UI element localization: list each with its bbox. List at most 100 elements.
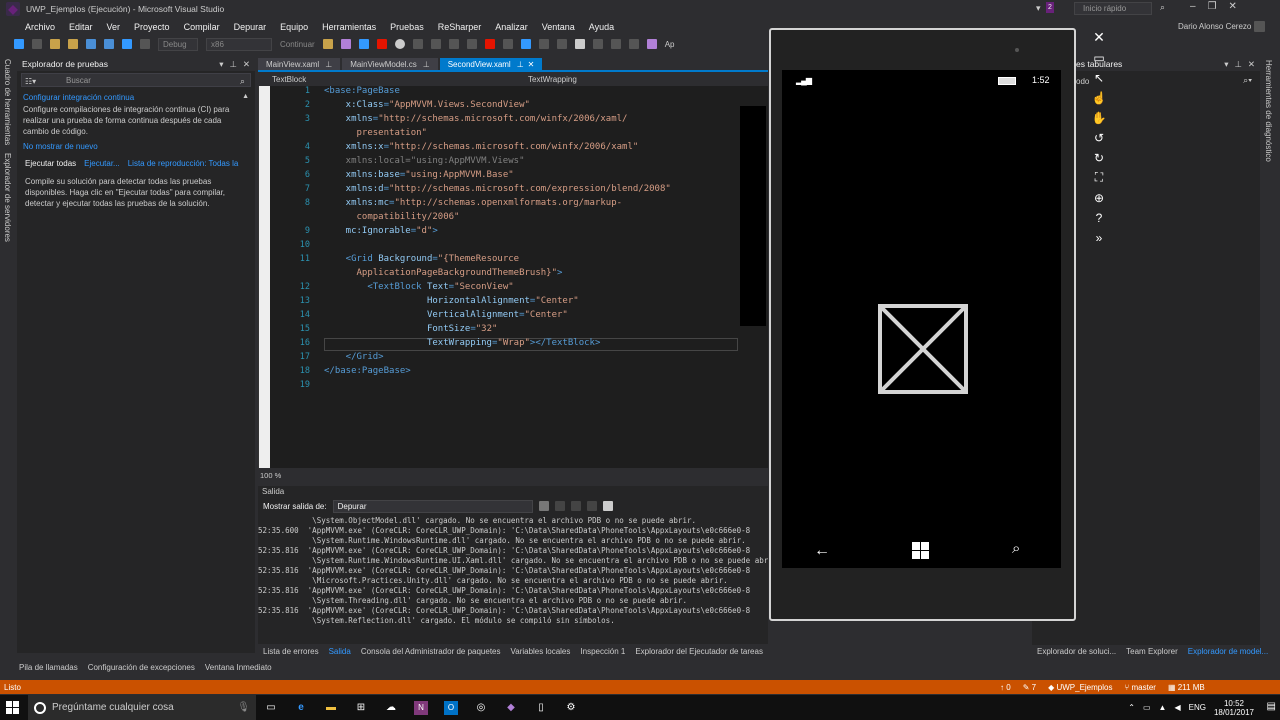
emulator-taskbar-icon[interactable]: ▯ <box>534 701 548 715</box>
single-touch-icon[interactable]: ☝ <box>1089 88 1109 107</box>
additional-tools-icon[interactable]: » <box>1089 228 1109 247</box>
ci-title-link[interactable]: Configurar integración continua <box>23 93 249 102</box>
bottom-tab[interactable]: Consola del Administrador de paquetes <box>356 647 506 656</box>
element-dropdown[interactable]: TextBlock <box>258 75 528 84</box>
rotate-right-icon[interactable]: ↻ <box>1089 148 1109 167</box>
threads-icon[interactable] <box>520 39 531 49</box>
right-bottom-tab[interactable]: Explorador de soluci... <box>1032 647 1121 656</box>
code-line[interactable]: </Grid> <box>324 352 384 362</box>
platform-select[interactable]: x86 <box>206 37 272 51</box>
hex-icon[interactable] <box>502 39 513 49</box>
code-line[interactable]: VerticalAlignment="Center" <box>324 310 568 320</box>
battery-tray-icon[interactable]: ▭ <box>1143 703 1151 712</box>
open-icon[interactable] <box>68 39 78 49</box>
word-wrap-icon[interactable] <box>602 501 613 511</box>
code-line[interactable]: xmlns:d="http://schemas.microsoft.com/ex… <box>324 184 671 194</box>
emulator-close-icon[interactable]: ✕ <box>1089 28 1109 47</box>
code-line[interactable]: presentation" <box>324 128 427 138</box>
menu-item-equipo[interactable]: Equipo <box>273 22 315 32</box>
editor-vertical-scrollbar[interactable] <box>738 86 768 468</box>
right-search-icon[interactable]: ⌕▾ <box>1243 75 1252 86</box>
app-target-label[interactable]: Ap <box>665 40 675 49</box>
menu-item-ventana[interactable]: Ventana <box>535 22 582 32</box>
prev-message-icon[interactable] <box>554 501 565 511</box>
menu-item-editar[interactable]: Editar <box>62 22 100 32</box>
rotate-left-icon[interactable]: ↺ <box>1089 128 1109 147</box>
uncomment-icon[interactable] <box>556 39 567 49</box>
onedrive-icon[interactable]: ☁ <box>384 701 398 715</box>
tray-expand-icon[interactable]: ⌃ <box>1128 703 1135 712</box>
bottom-left-tab[interactable]: Configuración de excepciones <box>83 663 200 672</box>
user-name[interactable]: Dario Alonso Cerezo <box>1178 22 1251 31</box>
fit-screen-icon[interactable]: ⛶ <box>1089 168 1109 187</box>
outlook-icon[interactable]: O <box>444 700 458 715</box>
pending-push-count[interactable]: ↑ 0 <box>1000 683 1011 692</box>
code-line[interactable]: ApplicationPageBackgroundThemeBrush}"> <box>324 268 563 278</box>
code-line[interactable]: compatibility/2006" <box>324 212 460 222</box>
pending-changes-count[interactable]: ✎ 7 <box>1023 683 1036 692</box>
clock[interactable]: 10:52 18/01/2017 <box>1214 699 1254 717</box>
right-bottom-tab[interactable]: Explorador de model... <box>1183 647 1274 656</box>
bottom-left-tab[interactable]: Ventana Inmediato <box>200 663 277 672</box>
code-line[interactable]: xmlns="http://schemas.microsoft.com/winf… <box>324 114 628 124</box>
step-into-icon[interactable] <box>430 39 441 49</box>
run-all-link[interactable]: Ejecutar todas <box>25 159 76 168</box>
menu-item-pruebas[interactable]: Pruebas <box>383 22 431 32</box>
bottom-tab[interactable]: Inspección 1 <box>575 647 630 656</box>
code-line[interactable]: xmlns:mc="http://schemas.openxmlformats.… <box>324 198 622 208</box>
bottom-tab[interactable]: Explorador del Ejecutador de tareas <box>630 647 768 656</box>
code-line[interactable]: x:Class="AppMVVM.Views.SecondView" <box>324 100 530 110</box>
right-pin-icon[interactable]: ⊥ <box>1234 59 1241 70</box>
stop-icon[interactable] <box>376 39 387 49</box>
debug-tools-icon[interactable] <box>484 39 495 49</box>
menu-item-ver[interactable]: Ver <box>100 22 128 32</box>
code-line[interactable]: xmlns:x="http://schemas.microsoft.com/wi… <box>324 142 639 152</box>
prev-bookmark-icon[interactable] <box>592 39 603 49</box>
app-target-icon[interactable] <box>646 39 657 49</box>
file-explorer-icon[interactable]: ▬ <box>324 701 338 715</box>
menu-item-compilar[interactable]: Compilar <box>177 22 227 32</box>
close-tab-icon[interactable]: ✕ <box>528 60 535 69</box>
phone-screen[interactable]: ▂▄▆ 1:52 ← ⌕ <box>782 70 1061 568</box>
doc-tab[interactable]: MainView.xaml ⊥ <box>258 58 341 70</box>
emulator-minimize-icon[interactable]: ▭ <box>1089 48 1109 67</box>
memory-indicator[interactable]: ▦ 211 MB <box>1168 683 1205 692</box>
pin-tab-icon[interactable]: ⊥ <box>423 60 430 69</box>
minimize-icon[interactable]: – <box>1190 1 1196 12</box>
save-all-icon[interactable] <box>104 39 114 49</box>
multi-touch-icon[interactable]: ✋ <box>1089 108 1109 127</box>
right-panel-menu-icon[interactable]: ▾ <box>1224 59 1228 70</box>
code-line[interactable]: FontSize="32" <box>324 324 497 334</box>
notification-badge[interactable]: 2 <box>1046 2 1054 13</box>
menu-item-depurar[interactable]: Depurar <box>227 22 274 32</box>
diagnostic-tools-tab[interactable]: Herramientas de diagnóstico <box>1264 60 1273 162</box>
toolbox-tab[interactable]: Cuadro de herramientas <box>3 59 12 145</box>
output-text[interactable]: \System.ObjectModel.dll' cargado. No se … <box>258 516 768 626</box>
show-next-statement-icon[interactable] <box>412 39 423 49</box>
cortana-search-input[interactable]: Pregúntame cualquier cosa <box>52 702 174 713</box>
project-indicator[interactable]: ◆ UWP_Ejemplos <box>1048 683 1112 692</box>
menu-item-herramientas[interactable]: Herramientas <box>315 22 383 32</box>
right-bottom-tab[interactable]: Team Explorer <box>1121 647 1183 656</box>
forward-icon[interactable] <box>32 39 42 49</box>
help-icon[interactable]: ? <box>1089 208 1109 227</box>
save-icon[interactable] <box>86 39 96 49</box>
test-search-input[interactable]: Buscar <box>21 73 251 87</box>
bottom-tab[interactable]: Lista de errores <box>258 647 324 656</box>
phone-windows-icon[interactable] <box>912 542 929 559</box>
edge-icon[interactable]: e <box>294 701 308 715</box>
action-center-icon[interactable]: ▤ <box>1267 701 1276 712</box>
step-out-icon[interactable] <box>466 39 477 49</box>
clear-all-icon[interactable] <box>586 501 597 511</box>
zoom-level[interactable]: 100 % <box>258 471 281 480</box>
code-line[interactable]: xmlns:base="using:AppMVVM.Base" <box>324 170 514 180</box>
bookmark-icon[interactable] <box>574 39 585 49</box>
volume-icon[interactable]: ◀ <box>1174 703 1180 712</box>
close-panel-icon[interactable]: ✕ <box>243 59 250 70</box>
phone-back-icon[interactable]: ← <box>814 542 830 560</box>
code-line[interactable]: </base:PageBase> <box>324 366 411 376</box>
menu-item-resharper[interactable]: ReSharper <box>431 22 489 32</box>
settings-icon[interactable]: ⚙ <box>564 701 578 715</box>
code-line[interactable]: TextWrapping="Wrap"></TextBlock> <box>324 338 600 348</box>
code-line[interactable]: xmlns:local="using:AppMVVM.Views" <box>324 156 525 166</box>
